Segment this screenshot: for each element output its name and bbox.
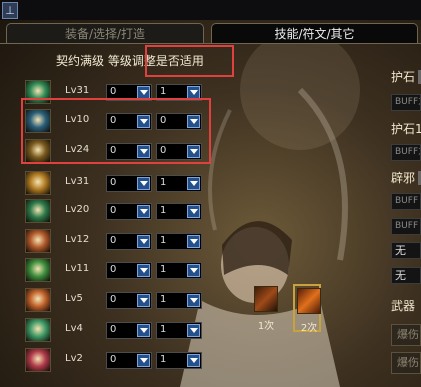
level-dropdown-1[interactable]: 0 — [106, 203, 152, 220]
counter-icon-2 — [297, 288, 321, 314]
app-icon[interactable]: ⊥ — [2, 2, 18, 19]
level-dropdown-2[interactable]: 1 — [156, 292, 202, 309]
amulet2-select[interactable]: BUFF力 — [391, 144, 421, 161]
skill-icon-8 — [25, 288, 51, 312]
skill-level: Lv12 — [65, 234, 90, 245]
skill-row: Lv11 0 1 — [25, 258, 215, 282]
skill-icon-5 — [25, 199, 51, 223]
tab-skills[interactable]: 技能/符文/其它 — [211, 23, 418, 44]
level-dropdown-1[interactable]: 0 — [106, 175, 152, 192]
skill-row: Lv12 0 1 — [25, 229, 215, 253]
tab-divider — [0, 43, 421, 44]
dropdown-value: 1 — [160, 294, 167, 305]
dropdown-value: 1 — [160, 205, 167, 216]
chevron-down-icon[interactable] — [187, 177, 200, 190]
skill-icon-6 — [25, 229, 51, 253]
chevron-down-icon[interactable] — [187, 264, 200, 277]
dropdown-value: 1 — [160, 264, 167, 275]
skill-icon-10 — [25, 348, 51, 372]
amulet-select[interactable]: BUFF力 — [391, 94, 421, 111]
tab-equipment[interactable]: 装备/选择/打造 — [6, 23, 204, 44]
level-dropdown-2[interactable]: 1 — [156, 175, 202, 192]
chevron-down-icon[interactable] — [187, 324, 200, 337]
chevron-down-icon[interactable] — [187, 354, 200, 367]
chevron-down-icon[interactable] — [137, 354, 150, 367]
skill-level: Lv4 — [65, 323, 83, 334]
highlight-box-header — [145, 45, 234, 77]
amulet-label: 护石 — [391, 70, 416, 84]
dropdown-value: 0 — [110, 294, 117, 305]
evil-select-3[interactable]: 无 — [391, 242, 421, 259]
counter-2x-label: 2次 — [300, 323, 318, 334]
skill-row: Lv2 0 1 — [25, 348, 215, 372]
level-dropdown-2[interactable]: 1 — [156, 352, 202, 369]
evil-select-2[interactable]: BUFF — [391, 218, 421, 235]
amulet2-label: 护石1 — [391, 122, 421, 136]
chevron-down-icon[interactable] — [137, 324, 150, 337]
chevron-down-icon[interactable] — [187, 294, 200, 307]
level-dropdown-1[interactable]: 0 — [106, 233, 152, 250]
chevron-down-icon[interactable] — [187, 205, 200, 218]
skill-row: Lv31 0 1 — [25, 171, 215, 195]
skill-row: Lv4 0 1 — [25, 318, 215, 342]
title-bar: ⊥ — [0, 0, 421, 20]
weapon-label: 武器 — [391, 299, 416, 313]
dropdown-value: 0 — [110, 205, 117, 216]
dropdown-value: 1 — [160, 177, 167, 188]
skill-level: Lv31 — [65, 176, 90, 187]
dropdown-value: 0 — [110, 235, 117, 246]
level-dropdown-2[interactable]: 1 — [156, 322, 202, 339]
skill-level: Lv11 — [65, 263, 90, 274]
evil-label: 辟邪 — [391, 171, 416, 185]
dropdown-value: 1 — [160, 324, 167, 335]
dropdown-value: 0 — [110, 86, 117, 97]
chevron-down-icon[interactable] — [137, 235, 150, 248]
evil-select-1[interactable]: BUFF — [391, 193, 421, 210]
counter-2x[interactable]: 2次 — [293, 284, 321, 334]
level-dropdown-2[interactable]: 1 — [156, 262, 202, 279]
chevron-down-icon[interactable] — [137, 294, 150, 307]
evil-select-4[interactable]: 无 — [391, 267, 421, 284]
app-window: ⊥ 装备/选择/打造 技能/符文/其它 契约满级 等级调整是否适用 Lv31 0 1… — [0, 0, 421, 387]
chevron-down-icon[interactable] — [137, 205, 150, 218]
dropdown-value: 0 — [110, 264, 117, 275]
chevron-down-icon[interactable] — [137, 264, 150, 277]
dropdown-value: 0 — [110, 177, 117, 188]
level-dropdown-1[interactable]: 0 — [106, 292, 152, 309]
highlight-box-rows — [21, 98, 211, 164]
skill-icon-7 — [25, 258, 51, 282]
skill-level: Lv2 — [65, 353, 83, 364]
level-dropdown-2[interactable]: 1 — [156, 203, 202, 220]
dropdown-value: 1 — [160, 354, 167, 365]
chevron-down-icon[interactable] — [187, 235, 200, 248]
chevron-down-icon[interactable] — [137, 177, 150, 190]
skill-icon-9 — [25, 318, 51, 342]
skill-level: Lv31 — [65, 85, 90, 96]
dropdown-value: 0 — [110, 354, 117, 365]
skill-row: Lv5 0 1 — [25, 288, 215, 312]
level-dropdown-1[interactable]: 0 — [106, 322, 152, 339]
skill-level: Lv5 — [65, 293, 83, 304]
dropdown-value: 1 — [160, 235, 167, 246]
weapon-input-1[interactable]: 爆伤 — [391, 324, 421, 346]
skill-icon-4 — [25, 171, 51, 195]
counter-1x-label: 1次 — [257, 321, 275, 332]
dropdown-value: 0 — [110, 324, 117, 335]
counter-icon-1 — [254, 286, 278, 312]
weapon-input-2[interactable]: 爆伤 — [391, 352, 421, 374]
level-dropdown-1[interactable]: 0 — [106, 262, 152, 279]
level-dropdown-1[interactable]: 0 — [106, 352, 152, 369]
level-dropdown-2[interactable]: 1 — [156, 233, 202, 250]
counter-1x[interactable]: 1次 — [252, 284, 280, 332]
dropdown-value: 1 — [160, 86, 167, 97]
skill-level: Lv20 — [65, 204, 90, 215]
skill-row: Lv20 0 1 — [25, 199, 215, 223]
